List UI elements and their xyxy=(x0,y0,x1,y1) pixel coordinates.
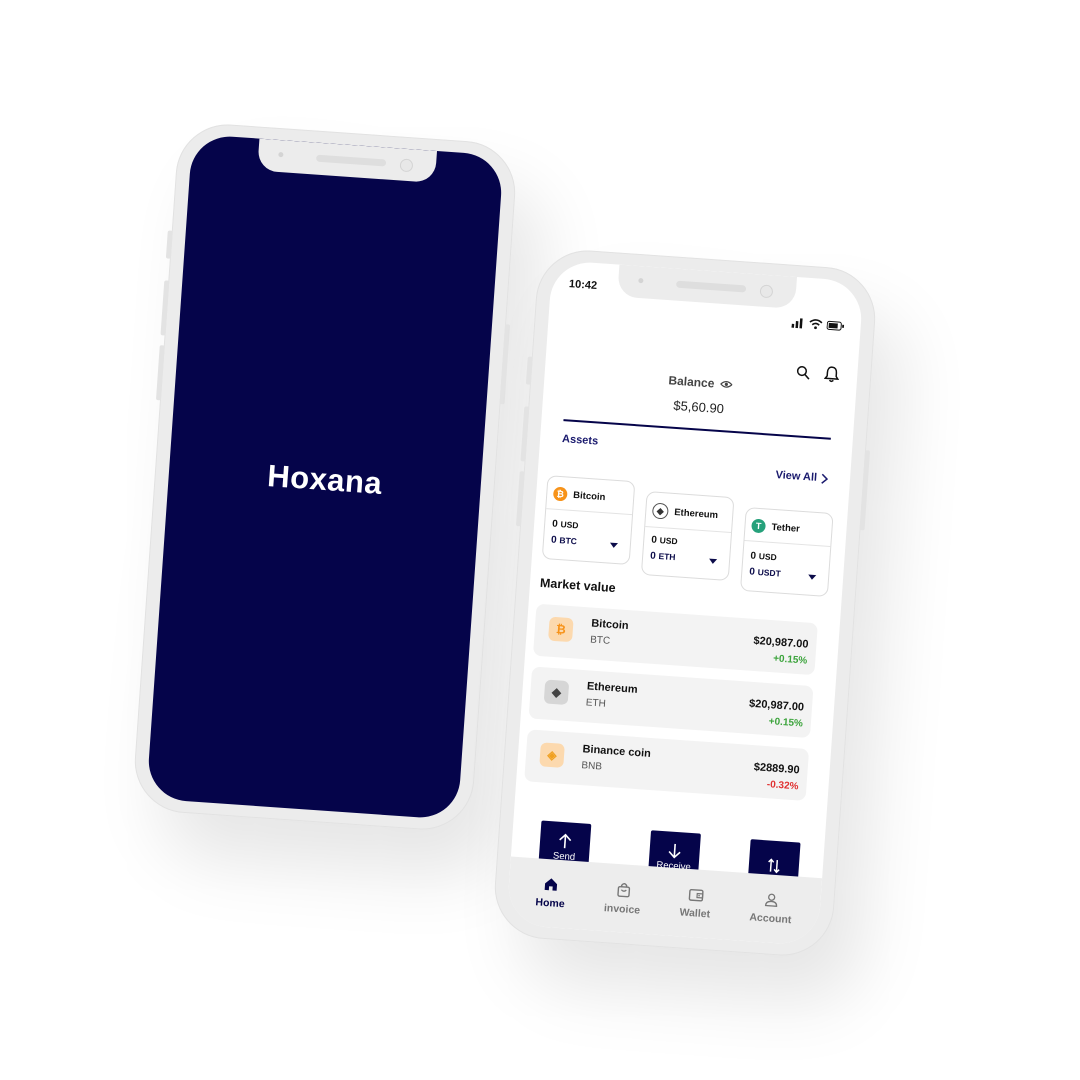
tab-invoice[interactable]: invoice xyxy=(604,881,642,916)
assets-label: Assets xyxy=(561,433,599,448)
market-coin-price: $20,987.00 xyxy=(748,697,805,714)
balance-header: Balance xyxy=(668,373,733,391)
view-all-label: View All xyxy=(775,469,818,484)
home-phone-frame: 10:42 Balance $5,60.90 Assets View All ₿… xyxy=(491,246,879,960)
asset-card-bitcoin[interactable]: ₿ Bitcoin 0 USD 0 BTC xyxy=(541,475,636,566)
asset-card-header: ◆ Ethereum xyxy=(645,492,734,534)
tab-label: invoice xyxy=(603,901,641,917)
tab-label: Wallet xyxy=(679,905,711,920)
asset-card-tether[interactable]: T Tether 0 USD 0 USDT xyxy=(739,507,834,597)
asset-coin-value: 0 BTC xyxy=(550,534,578,547)
caret-down-icon[interactable] xyxy=(807,574,817,581)
phone-notch xyxy=(617,264,798,309)
volume-down-button xyxy=(515,471,525,527)
asset-name: Ethereum xyxy=(673,506,719,521)
power-button xyxy=(499,324,511,405)
market-coin-price: $2889.90 xyxy=(753,761,801,777)
market-coin-symbol: ETH xyxy=(585,697,607,710)
market-list: ₿ Bitcoin BTC $20,987.00 +0.15% ◆ Ethere… xyxy=(523,603,818,812)
signal-icon xyxy=(791,318,803,329)
volume-up-button xyxy=(520,406,530,462)
user-icon xyxy=(765,893,778,908)
asset-name: Tether xyxy=(771,521,801,535)
home-icon xyxy=(544,878,558,891)
mute-switch xyxy=(525,356,533,385)
asset-coin-value: 0 ETH xyxy=(649,550,676,563)
search-icon[interactable] xyxy=(796,365,811,380)
wifi-icon xyxy=(809,319,823,330)
market-item-ethereum[interactable]: ◆ Ethereum ETH $20,987.00 +0.15% xyxy=(528,666,814,739)
earpiece-speaker xyxy=(315,154,387,167)
market-coin-change: +0.15% xyxy=(768,716,804,730)
mute-switch xyxy=(165,230,173,259)
asset-card-header: T Tether xyxy=(744,508,833,547)
splash-screen: Hoxana xyxy=(146,133,504,821)
chevron-right-icon xyxy=(821,473,829,484)
shopping-bag-icon xyxy=(616,882,630,897)
asset-coin-value: 0 USDT xyxy=(748,566,782,579)
market-coin-change: -0.32% xyxy=(766,779,799,793)
status-icons xyxy=(791,317,845,332)
tab-account[interactable]: Account xyxy=(749,891,793,926)
bitcoin-icon: ₿ xyxy=(552,486,568,502)
market-item-bitcoin[interactable]: ₿ Bitcoin BTC $20,987.00 +0.15% xyxy=(532,603,818,676)
splash-app-title: Hoxana xyxy=(266,458,384,501)
phone-notch xyxy=(257,138,438,183)
front-camera xyxy=(759,284,774,299)
caret-down-icon[interactable] xyxy=(609,542,619,549)
asset-usd-value: 0 USD xyxy=(650,534,678,547)
home-screen: 10:42 Balance $5,60.90 Assets View All ₿… xyxy=(506,259,864,947)
tab-label: Home xyxy=(535,896,566,911)
tether-icon: T xyxy=(751,518,767,534)
market-coin-price: $20,987.00 xyxy=(753,634,809,651)
binance-icon: ◈ xyxy=(539,742,565,768)
view-all-link[interactable]: View All xyxy=(775,469,829,485)
front-camera xyxy=(399,158,414,173)
swap-icon xyxy=(768,858,780,874)
balance-value: $5,60.90 xyxy=(672,397,725,417)
volume-down-button xyxy=(155,345,165,401)
balance-label: Balance xyxy=(667,373,715,391)
splash-phone-frame: Hoxana xyxy=(131,120,519,834)
wallet-icon xyxy=(688,888,704,902)
asset-card-ethereum[interactable]: ◆ Ethereum 0 USD 0 ETH xyxy=(640,491,735,581)
sensor-dot xyxy=(638,277,644,284)
volume-up-button xyxy=(160,280,170,336)
sensor-dot xyxy=(278,151,284,158)
bitcoin-icon: ₿ xyxy=(548,616,574,643)
market-item-binance[interactable]: ◈ Binance coin BNB $2889.90 -0.32% xyxy=(524,729,810,801)
ethereum-icon: ◆ xyxy=(543,679,570,706)
status-time: 10:42 xyxy=(568,278,598,293)
battery-icon xyxy=(826,320,845,331)
tab-label: Account xyxy=(749,911,792,927)
tab-home[interactable]: Home xyxy=(535,876,566,910)
earpiece-speaker xyxy=(675,280,747,293)
tab-wallet[interactable]: Wallet xyxy=(679,887,712,920)
asset-usd-value: 0 USD xyxy=(750,550,778,563)
balance-divider xyxy=(563,419,831,440)
market-coin-symbol: BTC xyxy=(589,634,611,647)
market-coin-name: Binance coin xyxy=(582,743,652,760)
asset-name: Bitcoin xyxy=(572,489,606,503)
market-coin-change: +0.15% xyxy=(772,653,808,667)
ethereum-icon: ◆ xyxy=(651,502,669,520)
arrow-down-icon xyxy=(668,843,681,858)
bell-icon[interactable] xyxy=(823,365,840,383)
market-coin-name: Ethereum xyxy=(586,680,638,696)
eye-icon[interactable] xyxy=(720,380,733,389)
market-coin-symbol: BNB xyxy=(581,760,603,773)
asset-card-header: ₿ Bitcoin xyxy=(546,476,635,516)
power-button xyxy=(859,450,871,531)
arrow-up-icon xyxy=(559,833,572,848)
market-coin-name: Bitcoin xyxy=(590,617,629,633)
asset-usd-value: 0 USD xyxy=(551,518,579,531)
caret-down-icon[interactable] xyxy=(708,558,718,565)
